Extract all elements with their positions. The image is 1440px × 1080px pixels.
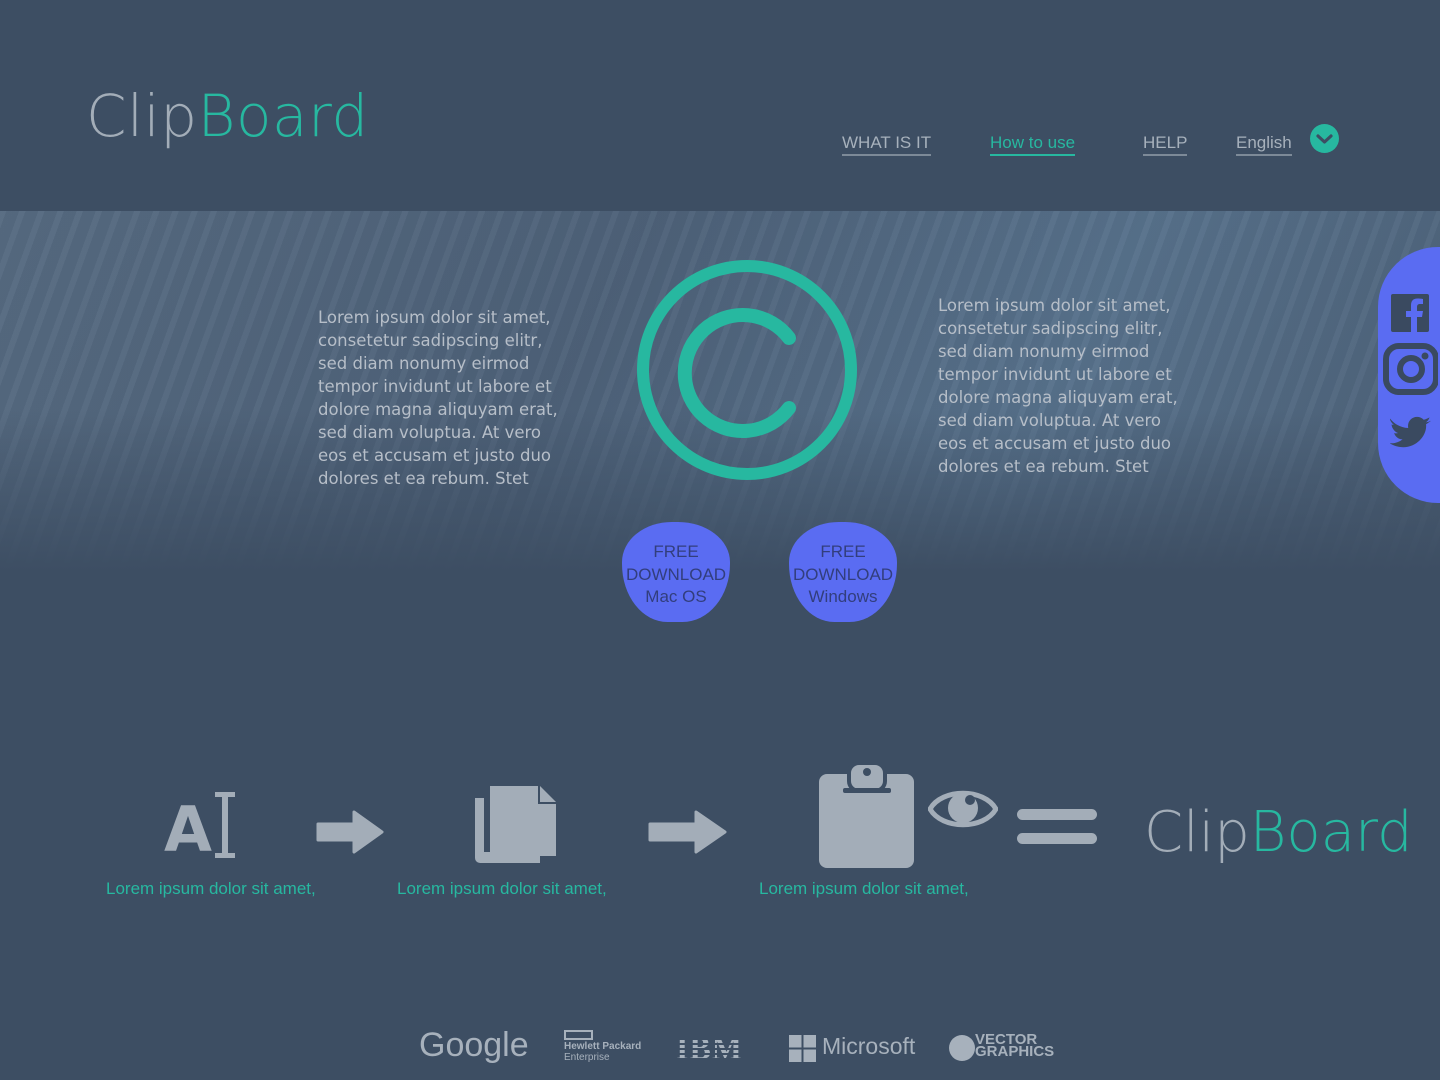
copyright-logo-icon [635, 258, 859, 482]
download-windows-line3: Windows [808, 587, 878, 606]
brand-logo-clip: Clip [86, 82, 198, 150]
text-cursor-icon: A [162, 790, 242, 866]
twitter-icon[interactable] [1389, 412, 1432, 456]
equals-icon [1015, 806, 1099, 854]
text-cursor-letter: A [164, 793, 212, 860]
arrow-right-icon [316, 808, 384, 860]
download-mac-button[interactable]: FREE DOWNLOAD Mac OS [622, 522, 730, 622]
hpe-rectangle-icon [564, 1030, 593, 1040]
step3-caption: Lorem ipsum dolor sit amet, [759, 879, 969, 898]
language-select[interactable]: English [1236, 133, 1292, 156]
download-mac-line2: DOWNLOAD [625, 564, 727, 584]
partner-ibm-logo: IBM [676, 1030, 743, 1066]
brand-logo-footer: ClipBoard [1144, 800, 1413, 865]
step1-caption: Lorem ipsum dolor sit amet, [106, 879, 316, 898]
chevron-down-icon[interactable] [1310, 124, 1339, 153]
vector-line2: GRAPHICS [975, 1043, 1055, 1060]
brand-logo-board: Board [197, 82, 369, 150]
nav-how-to-use[interactable]: How to use [990, 133, 1076, 156]
hero-text-right: Lorem ipsum dolor sit amet, consetetur s… [938, 296, 1178, 476]
download-windows-line2: DOWNLOAD [792, 564, 894, 584]
eye-icon [927, 782, 999, 840]
hero-text-left: Lorem ipsum dolor sit amet, consetetur s… [318, 308, 558, 488]
download-mac-line1: FREE [653, 542, 699, 561]
vector-graphics-circle-icon [949, 1035, 975, 1061]
brand-footer-board: Board [1249, 800, 1413, 865]
brand-footer-clip: Clip [1144, 800, 1250, 865]
hpe-line1: Hewlett Packard [564, 1041, 642, 1052]
arrow-right-icon-2 [648, 808, 728, 860]
download-mac-line3: Mac OS [645, 587, 707, 606]
nav-help[interactable]: HELP [1143, 133, 1188, 156]
step2-caption: Lorem ipsum dolor sit amet, [397, 879, 607, 898]
copy-icon [474, 784, 558, 868]
partner-vector-graphics-logo: VECTOR GRAPHICS [975, 1032, 1055, 1060]
partner-hpe-logo: Hewlett Packard Enterprise [564, 1030, 641, 1063]
nav-what-is-it[interactable]: WHAT IS IT [842, 133, 932, 156]
download-windows-button[interactable]: FREE DOWNLOAD Windows [789, 522, 897, 622]
partner-google-logo: Google [419, 1026, 529, 1064]
brand-logo[interactable]: ClipBoard [86, 82, 369, 150]
microsoft-windows-icon [789, 1035, 816, 1062]
instagram-icon[interactable] [1382, 343, 1439, 399]
partner-microsoft-logo: Microsoft [822, 1033, 916, 1059]
download-windows-line1: FREE [820, 542, 866, 561]
facebook-icon[interactable] [1390, 293, 1430, 337]
hpe-line2: Enterprise [564, 1052, 610, 1063]
clipboard-icon [818, 760, 916, 874]
